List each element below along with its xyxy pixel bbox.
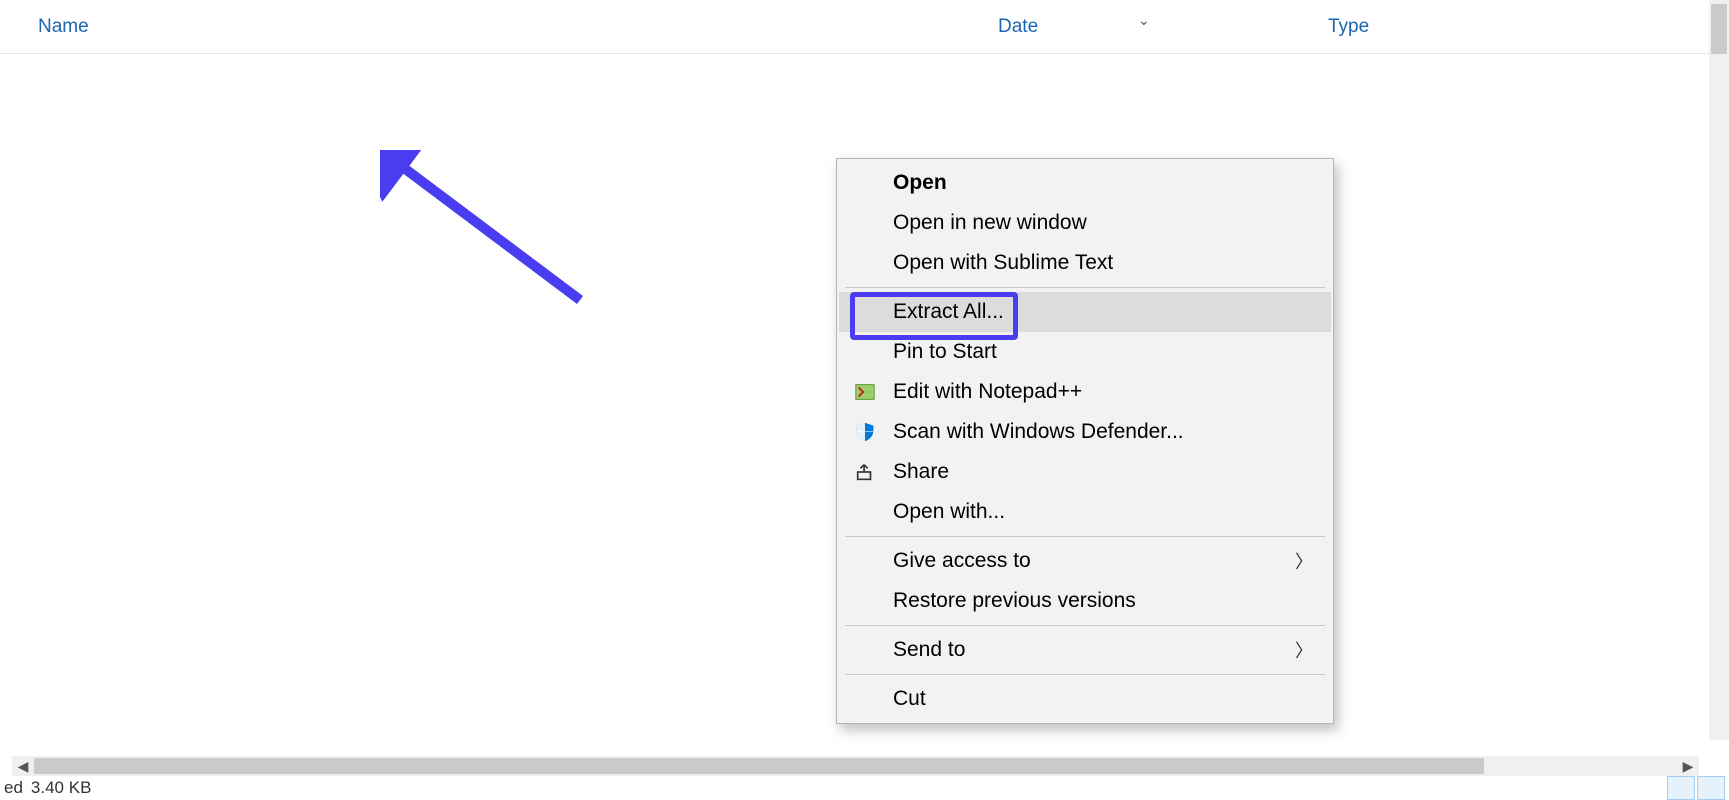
view-large-icon[interactable] (1697, 776, 1725, 800)
scroll-left-icon[interactable]: ◀ (12, 756, 34, 776)
ctx-give-access-to[interactable]: Give access to 〉 (839, 541, 1331, 581)
status-bar: ed 3.40 KB (0, 776, 91, 800)
status-size: 3.40 KB (31, 778, 92, 798)
share-icon (853, 460, 877, 484)
ctx-open[interactable]: Open (839, 163, 1331, 203)
notepadpp-icon (853, 380, 877, 404)
view-details-icon[interactable] (1667, 776, 1695, 800)
scroll-track[interactable] (34, 756, 1677, 776)
ctx-separator (845, 674, 1325, 675)
ctx-open-new-window[interactable]: Open in new window (839, 203, 1331, 243)
column-header-date-label: Date (998, 16, 1038, 37)
scroll-thumb[interactable] (1711, 4, 1727, 54)
ctx-separator (845, 536, 1325, 537)
ctx-scan-defender[interactable]: Scan with Windows Defender... (839, 412, 1331, 452)
column-header-type[interactable]: Type (1328, 16, 1729, 38)
horizontal-scrollbar[interactable]: ◀ ▶ (12, 756, 1699, 776)
ctx-pin-to-start[interactable]: Pin to Start (839, 332, 1331, 372)
vertical-scrollbar[interactable] (1709, 0, 1729, 740)
chevron-right-icon: 〉 (1295, 548, 1313, 574)
context-menu: Open Open in new window Open with Sublim… (836, 158, 1334, 724)
ctx-cut[interactable]: Cut (839, 679, 1331, 719)
ctx-separator (845, 625, 1325, 626)
ctx-send-to[interactable]: Send to 〉 (839, 630, 1331, 670)
ctx-share[interactable]: Share (839, 452, 1331, 492)
column-header-date[interactable]: Date ⌄ (998, 16, 1328, 38)
ctx-open-sublime[interactable]: Open with Sublime Text (839, 243, 1331, 283)
ctx-separator (845, 287, 1325, 288)
scroll-right-icon[interactable]: ▶ (1677, 756, 1699, 776)
sort-indicator-icon: ⌄ (1138, 12, 1150, 29)
column-header-name[interactable]: Name (0, 16, 998, 38)
annotation-arrow-icon (380, 150, 600, 310)
view-switch[interactable] (1667, 776, 1725, 800)
ctx-extract-all[interactable]: Extract All... (839, 292, 1331, 332)
chevron-right-icon: 〉 (1295, 637, 1313, 663)
ctx-restore-previous[interactable]: Restore previous versions (839, 581, 1331, 621)
column-header: Name Date ⌄ Type (0, 0, 1729, 54)
ctx-open-with[interactable]: Open with... (839, 492, 1331, 532)
ctx-edit-notepadpp[interactable]: Edit with Notepad++ (839, 372, 1331, 412)
shield-icon (853, 420, 877, 444)
scroll-thumb[interactable] (34, 758, 1484, 774)
